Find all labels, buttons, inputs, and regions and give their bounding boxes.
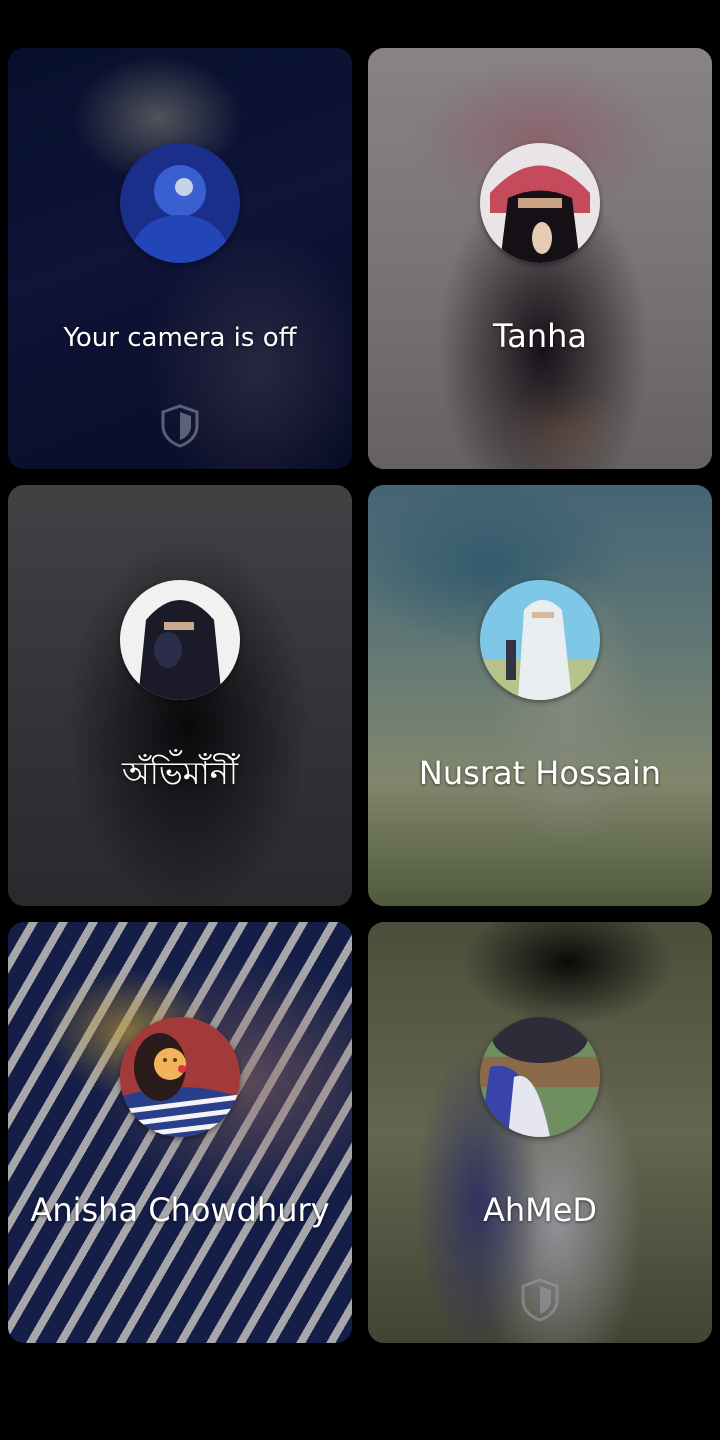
avatar (120, 143, 240, 263)
participant-name: Your camera is off (63, 323, 297, 353)
participant-tile-self[interactable]: Your camera is off (8, 48, 352, 469)
avatar (120, 1017, 240, 1137)
participant-tile[interactable]: Anisha Chowdhury (8, 922, 352, 1343)
avatar (480, 580, 600, 700)
participant-name: অঁভিঁমাঁনীঁ (121, 754, 238, 792)
shield-icon (520, 1278, 560, 1322)
participant-tile[interactable]: AhMeD (368, 922, 712, 1343)
avatar (480, 1017, 600, 1137)
participant-tile[interactable]: Nusrat Hossain (368, 485, 712, 906)
participant-name: Nusrat Hossain (418, 754, 662, 792)
participant-grid: Your camera is off Tanha অঁভিঁমাঁনীঁ Nus… (8, 48, 712, 1343)
participant-name: AhMeD (482, 1191, 598, 1229)
participant-tile[interactable]: Tanha (368, 48, 712, 469)
avatar (120, 580, 240, 700)
participant-name: Anisha Chowdhury (30, 1191, 330, 1229)
participant-tile[interactable]: অঁভিঁমাঁনীঁ (8, 485, 352, 906)
participant-name: Tanha (492, 317, 588, 355)
shield-icon (160, 404, 200, 448)
avatar (480, 143, 600, 263)
